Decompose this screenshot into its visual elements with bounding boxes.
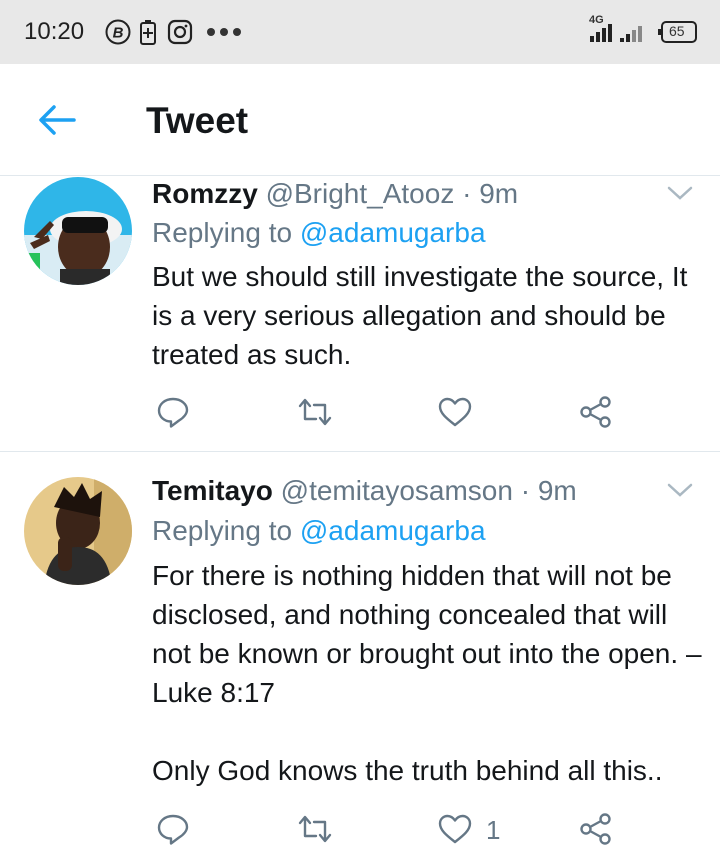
tweet-author-line: Romzzy @Bright_Atooz · 9m	[152, 178, 518, 210]
avatar[interactable]	[24, 477, 132, 585]
tweet-author-line: Temitayo @temitayosamson · 9m	[152, 475, 577, 507]
replying-to: Replying to @adamugarba	[152, 515, 486, 547]
retweet-icon[interactable]	[297, 395, 333, 429]
replying-to: Replying to @adamugarba	[152, 217, 486, 249]
reply-icon[interactable]	[155, 812, 191, 846]
separator: ·	[462, 178, 472, 209]
replying-label: Replying to	[152, 217, 293, 248]
battery-level: 65	[669, 23, 685, 39]
like-count: 1	[486, 815, 501, 845]
share-icon[interactable]	[578, 395, 614, 429]
chevron-down-icon[interactable]	[666, 480, 694, 500]
tweet-reply[interactable]: Romzzy @Bright_Atooz · 9m Replying to @a…	[0, 177, 720, 451]
tweet-text: But we should still investigate the sour…	[152, 261, 688, 370]
signal-icon	[590, 24, 642, 42]
handle[interactable]: @temitayosamson	[281, 475, 513, 506]
tweet-reply[interactable]: Temitayo @temitayosamson · 9m Replying t…	[0, 452, 720, 863]
handle[interactable]: @Bright_Atooz	[266, 178, 455, 209]
separator: ·	[520, 475, 531, 506]
page-title: Tweet	[146, 100, 249, 141]
reply-icon[interactable]	[155, 395, 191, 429]
more-dots-icon	[207, 28, 241, 36]
display-name[interactable]: Temitayo	[152, 475, 273, 506]
tweet-text-paragraph: Only God knows the truth behind all this…	[152, 755, 663, 786]
retweet-icon[interactable]	[297, 812, 333, 846]
status-bar: 10:20 B 4G 65	[0, 0, 720, 64]
instagram-icon	[167, 19, 193, 45]
mention-link[interactable]: @adamugarba	[300, 515, 486, 546]
tweet-text: For there is nothing hidden that will no…	[152, 560, 702, 708]
mention-link[interactable]: @adamugarba	[300, 217, 486, 248]
like-icon[interactable]	[437, 395, 473, 429]
display-name[interactable]: Romzzy	[152, 178, 258, 209]
status-time: 10:20	[24, 18, 85, 45]
timestamp: 9m	[479, 178, 519, 209]
chevron-down-icon[interactable]	[666, 183, 694, 203]
replying-label: Replying to	[152, 515, 293, 546]
like-icon[interactable]	[437, 812, 473, 846]
arrow-left-icon[interactable]	[34, 102, 78, 138]
svg-text:B: B	[113, 25, 124, 42]
avatar[interactable]	[24, 177, 132, 285]
b-icon: B	[105, 19, 131, 45]
share-icon[interactable]	[578, 812, 614, 846]
battery-saver-icon	[140, 20, 156, 45]
app-header: Tweet	[0, 64, 720, 176]
timestamp: 9m	[537, 475, 577, 506]
